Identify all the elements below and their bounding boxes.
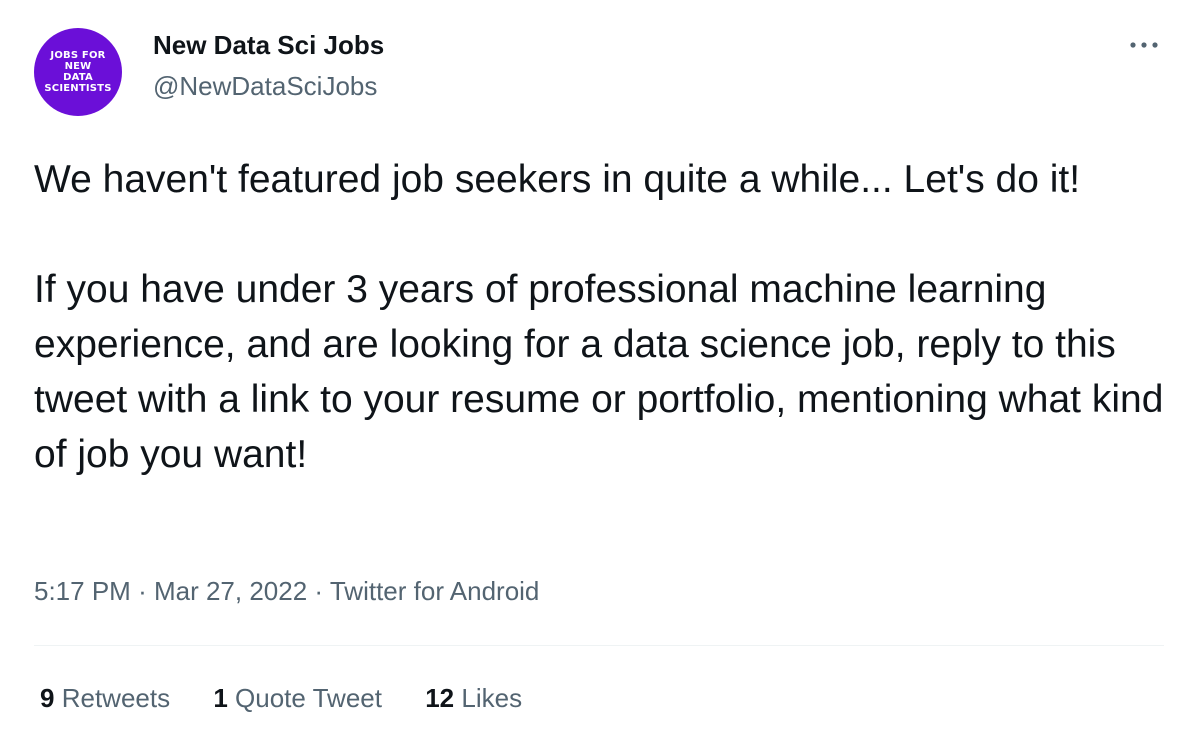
retweets-stat[interactable]: 9 Retweets	[40, 683, 170, 714]
avatar-line-3: DATA	[63, 72, 93, 83]
divider	[34, 645, 1164, 646]
quote-tweets-stat[interactable]: 1 Quote Tweet	[213, 683, 382, 714]
avatar-line-2: NEW	[64, 61, 92, 72]
tweet-card: JOBS FOR NEW DATA SCIENTISTS New Data Sc…	[0, 0, 1200, 746]
quote-tweets-count: 1	[213, 683, 228, 713]
meta-separator: ·	[314, 576, 324, 606]
retweets-count: 9	[40, 683, 55, 713]
tweet-paragraph-2: If you have under 3 years of professiona…	[34, 268, 1164, 476]
user-handle[interactable]: @NewDataSciJobs	[153, 71, 377, 102]
tweet-stats: 9 Retweets 1 Quote Tweet 12 Likes	[40, 683, 558, 714]
tweet-paragraph-1: We haven't featured job seekers in quite…	[34, 158, 1081, 201]
tweet-meta: 5:17 PM · Mar 27, 2022 · Twitter for And…	[34, 576, 539, 607]
likes-stat[interactable]: 12 Likes	[425, 683, 522, 714]
tweet-text: We haven't featured job seekers in quite…	[34, 152, 1184, 482]
avatar[interactable]: JOBS FOR NEW DATA SCIENTISTS	[34, 28, 122, 116]
more-horizontal-icon	[1130, 42, 1158, 48]
likes-label: Likes	[461, 683, 523, 713]
avatar-line-1: JOBS FOR	[50, 50, 106, 61]
tweet-source-link[interactable]: Twitter for Android	[330, 576, 540, 606]
display-name[interactable]: New Data Sci Jobs	[153, 30, 384, 61]
likes-count: 12	[425, 683, 455, 713]
retweets-label: Retweets	[61, 683, 171, 713]
meta-separator: ·	[138, 576, 147, 606]
quote-tweets-label: Quote Tweet	[235, 683, 382, 713]
more-options-button[interactable]	[1124, 30, 1164, 60]
avatar-line-4: SCIENTISTS	[44, 83, 112, 94]
tweet-date-link[interactable]: Mar 27, 2022	[154, 576, 307, 606]
tweet-time-link[interactable]: 5:17 PM	[34, 576, 131, 606]
